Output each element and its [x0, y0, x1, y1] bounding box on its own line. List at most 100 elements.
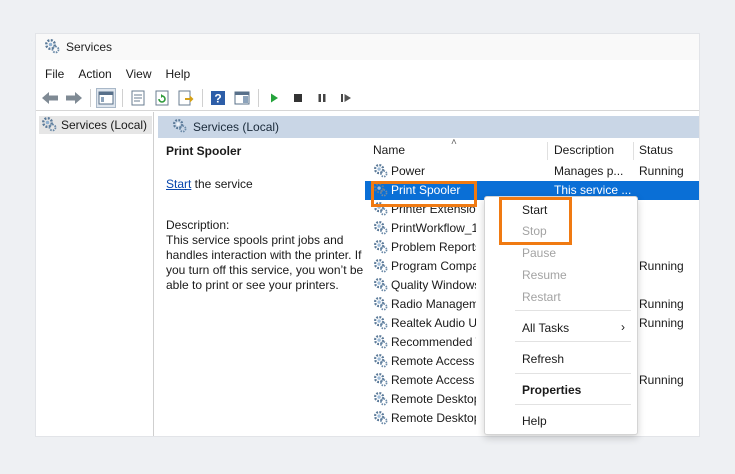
start-service-button[interactable] — [264, 88, 284, 108]
service-name: Problem Reports — [391, 240, 476, 254]
services-gear-icon — [41, 116, 57, 135]
context-menu-pause[interactable]: Pause — [485, 243, 637, 263]
console-tree: Services (Local) — [36, 112, 154, 436]
console-tree-icon — [98, 91, 114, 104]
properties-toolbar-button[interactable] — [128, 88, 148, 108]
services-gear-icon — [172, 118, 187, 136]
help-toolbar-button[interactable]: ? — [208, 88, 228, 108]
action-pane-icon — [234, 91, 250, 104]
title-bar: Services — [36, 34, 699, 60]
show-console-tree-button[interactable] — [96, 87, 116, 108]
context-menu-resume[interactable]: Resume — [485, 265, 637, 285]
context-menu-separator — [515, 404, 631, 405]
service-status: Running — [639, 373, 684, 387]
service-status: Running — [639, 297, 684, 311]
service-description: Manages p... — [554, 164, 624, 178]
service-gear-icon — [373, 277, 388, 295]
context-menu-stop[interactable]: Stop — [485, 221, 637, 241]
context-menu-all-tasks[interactable]: All Tasks › — [485, 318, 637, 338]
service-status: Running — [639, 259, 684, 273]
menu-file[interactable]: File — [45, 67, 64, 81]
menu-bar: File Action View Help — [36, 64, 204, 84]
export-list-button[interactable] — [176, 88, 196, 108]
context-menu-separator — [515, 310, 631, 311]
context-menu-separator — [515, 341, 631, 342]
toolbar-separator — [258, 88, 259, 107]
column-header-description[interactable]: Description — [554, 138, 614, 162]
service-details-pane: Print Spooler Start the service Descript… — [166, 144, 371, 293]
menu-help[interactable]: Help — [166, 67, 191, 81]
context-menu-refresh[interactable]: Refresh — [485, 349, 637, 369]
column-header-status[interactable]: Status — [639, 138, 673, 162]
menu-view[interactable]: View — [126, 67, 152, 81]
panel-header: Services (Local) — [158, 116, 699, 138]
service-gear-icon — [373, 315, 388, 333]
service-gear-icon — [373, 410, 388, 428]
context-menu-start[interactable]: Start — [485, 200, 637, 220]
pause-service-button[interactable] — [312, 88, 332, 108]
service-gear-icon — [373, 220, 388, 238]
service-gear-icon — [373, 372, 388, 390]
refresh-toolbar-button[interactable] — [152, 88, 172, 108]
service-row[interactable]: Power Manages p... Running — [365, 162, 699, 181]
column-separator[interactable] — [547, 142, 548, 160]
service-name: PrintWorkflow_1 — [391, 221, 476, 235]
context-menu-properties[interactable]: Properties — [485, 380, 637, 400]
tree-item-services-local[interactable]: Services (Local) — [39, 116, 153, 135]
restart-icon — [341, 93, 351, 102]
play-icon — [271, 93, 278, 102]
service-gear-icon — [373, 163, 388, 181]
description-label: Description: — [166, 218, 230, 232]
stop-service-button[interactable] — [288, 88, 308, 108]
service-gear-icon — [373, 391, 388, 409]
show-hide-action-pane-button[interactable] — [232, 88, 252, 108]
column-header-name[interactable]: Name — [373, 138, 405, 162]
service-name: Remote Desktop — [391, 392, 476, 406]
submenu-arrow-icon: › — [621, 320, 625, 334]
service-name: Program Compatibility — [391, 259, 476, 273]
service-gear-icon — [373, 353, 388, 371]
service-gear-icon — [373, 239, 388, 257]
service-name: Remote Desktop — [391, 411, 476, 425]
service-gear-icon — [373, 182, 388, 200]
back-button[interactable] — [40, 88, 60, 108]
start-service-link[interactable]: Start — [166, 177, 191, 191]
stop-icon — [294, 93, 302, 102]
service-name: Remote Access Auto — [391, 354, 476, 368]
service-gear-icon — [373, 258, 388, 276]
toolbar-separator — [202, 88, 203, 107]
toolbar-separator — [90, 88, 91, 107]
column-separator[interactable] — [633, 142, 634, 160]
tree-item-label: Services (Local) — [61, 118, 148, 132]
restart-service-button[interactable] — [336, 88, 356, 108]
service-gear-icon — [373, 296, 388, 314]
toolbar: ? — [36, 85, 699, 111]
export-icon — [178, 90, 194, 105]
context-menu: Start Stop Pause Resume Restart All Task… — [484, 196, 638, 435]
services-gear-icon — [44, 38, 60, 57]
window-title: Services — [66, 40, 113, 54]
menu-action[interactable]: Action — [78, 67, 111, 81]
service-gear-icon — [373, 334, 388, 352]
description-text: This service spools print jobs and handl… — [166, 233, 364, 292]
service-status: Running — [639, 316, 684, 330]
back-arrow-icon — [42, 91, 58, 104]
pause-icon — [318, 93, 326, 102]
start-service-line: Start the service — [166, 177, 371, 192]
service-name: Print Spooler — [391, 183, 461, 197]
forward-arrow-icon — [66, 91, 82, 104]
panel-header-title: Services (Local) — [193, 120, 280, 134]
svg-text:?: ? — [214, 91, 221, 105]
service-name: Printer Extensions — [391, 202, 476, 216]
service-gear-icon — [373, 201, 388, 219]
properties-icon — [131, 90, 145, 105]
forward-button[interactable] — [64, 88, 84, 108]
service-name: Quality Windows — [391, 278, 476, 292]
service-name: Realtek Audio Universal — [391, 316, 476, 330]
service-status: Running — [639, 164, 684, 178]
service-name: Remote Access Connection — [391, 373, 476, 387]
context-menu-restart[interactable]: Restart — [485, 287, 637, 307]
context-menu-separator — [515, 373, 631, 374]
service-title: Print Spooler — [166, 144, 242, 158]
context-menu-help[interactable]: Help — [485, 411, 637, 431]
